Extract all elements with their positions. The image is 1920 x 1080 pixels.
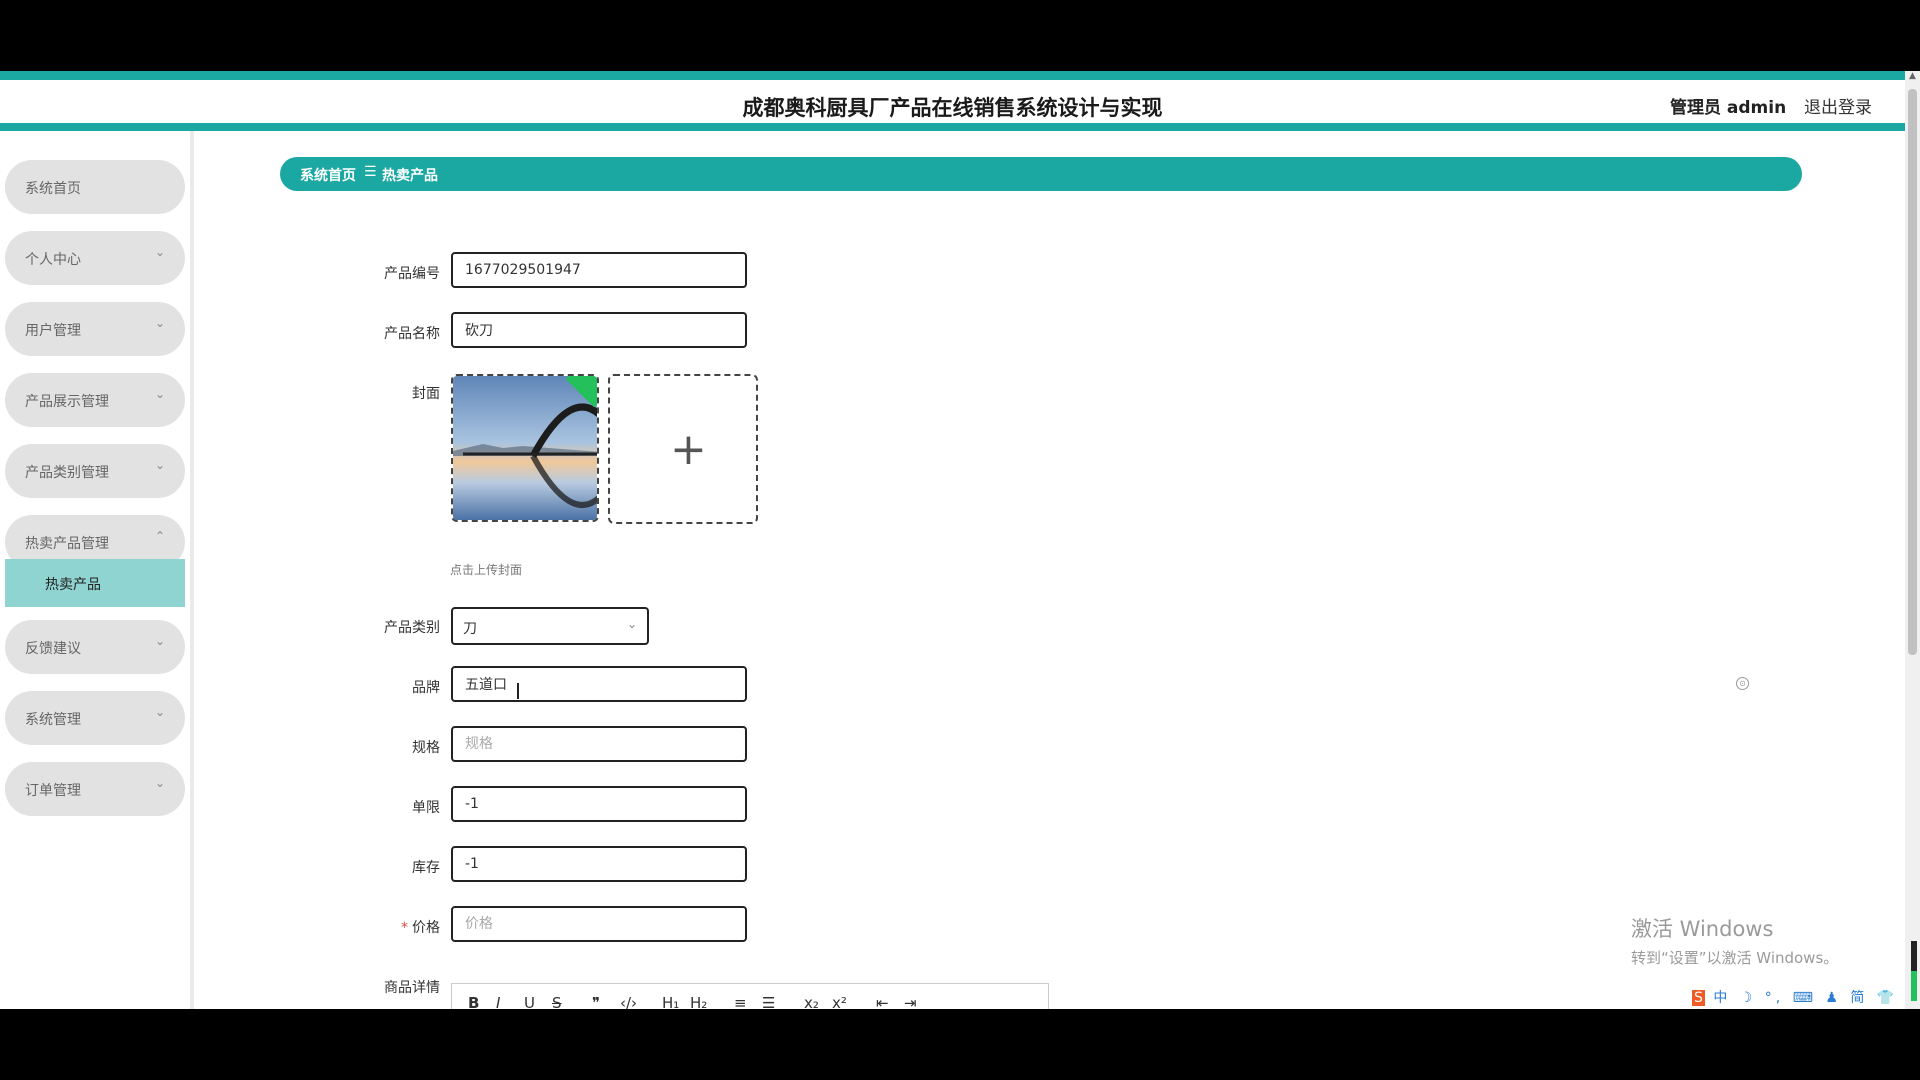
sidebar-item-personal-center[interactable]: 个人中心 ⌄: [5, 231, 185, 285]
spec-label: 规格: [412, 740, 440, 756]
text-cursor-icon: [517, 683, 519, 699]
sidebar-item-system[interactable]: 系统管理 ⌄: [5, 691, 185, 745]
bold-button[interactable]: B: [468, 994, 479, 1009]
sidebar: 系统首页 个人中心 ⌄ 用户管理 ⌄ 产品展示管理 ⌄ 产品类别管理 ⌄ 热卖产…: [0, 131, 194, 1009]
category-select[interactable]: 刀 ⌄: [451, 607, 649, 645]
product-code-input[interactable]: [451, 252, 747, 288]
app-title: 成都奥科厨具厂产品在线销售系统设计与实现: [742, 96, 1163, 120]
price-label: * 价格: [300, 917, 440, 937]
sidebar-item-label: 产品类别管理: [25, 465, 109, 481]
ordered-list-button[interactable]: ≡: [734, 994, 747, 1009]
plus-icon: +: [670, 424, 707, 475]
product-name-label: 产品名称: [384, 326, 440, 342]
chevron-down-icon: ⌄: [155, 387, 166, 401]
header-divider: [0, 123, 1905, 131]
brand-input[interactable]: [451, 666, 747, 702]
windows-activation-watermark: 激活 Windows 转到“设置”以激活 Windows。: [1631, 913, 1838, 968]
chevron-down-icon: ⌄: [155, 316, 166, 330]
sidebar-item-label: 系统管理: [25, 712, 81, 728]
price-label-text: 价格: [412, 920, 440, 936]
watermark-line-1: 激活 Windows: [1631, 917, 1774, 941]
level-meter: [1911, 941, 1917, 1001]
chevron-down-icon: ⌄: [155, 458, 166, 472]
stock-label: 库存: [412, 860, 440, 876]
product-name-input[interactable]: [451, 312, 747, 348]
limit-label: 单限: [412, 800, 440, 816]
sidebar-item-product-display[interactable]: 产品展示管理 ⌄: [5, 373, 185, 427]
strike-button[interactable]: S: [552, 994, 562, 1009]
outdent-button[interactable]: ⇤: [876, 994, 889, 1009]
sidebar-item-label: 订单管理: [25, 783, 81, 799]
quote-button[interactable]: ❞: [592, 994, 600, 1009]
cover-label: 封面: [412, 386, 440, 402]
italic-button[interactable]: I: [496, 994, 500, 1009]
sidebar-item-product-category[interactable]: 产品类别管理 ⌄: [5, 444, 185, 498]
chevron-down-icon: ⌄: [626, 617, 637, 631]
subscript-button[interactable]: x₂: [804, 994, 819, 1009]
sidebar-item-label: 热卖产品管理: [25, 536, 109, 552]
category-label: 产品类别: [384, 620, 440, 636]
sidebar-subitem-label: 热卖产品: [45, 577, 101, 593]
product-code-label: 产品编号: [384, 266, 440, 282]
watermark-line-2: 转到“设置”以激活 Windows。: [1631, 949, 1839, 967]
sidebar-item-label: 产品展示管理: [25, 394, 109, 410]
cover-upload-button[interactable]: +: [608, 374, 758, 524]
chevron-up-icon: ⌃: [155, 529, 166, 543]
bullet-list-button[interactable]: ☰: [762, 994, 775, 1009]
sidebar-item-orders[interactable]: 订单管理 ⌄: [5, 762, 185, 816]
required-mark: *: [401, 920, 408, 936]
cover-photo-bridge: [453, 376, 597, 520]
spec-input[interactable]: [451, 726, 747, 762]
rich-text-editor[interactable]: B I U S ❞ ‹/› H₁ H₂ ≡ ☰ x₂ x² ⇤ ⇥: [451, 983, 1049, 1009]
detail-label: 商品详情: [384, 980, 440, 996]
underline-button[interactable]: U: [524, 994, 535, 1009]
chevron-down-icon: ⌄: [155, 245, 166, 259]
cover-image[interactable]: [451, 374, 599, 522]
sidebar-item-label: 个人中心: [25, 252, 81, 268]
logout-link[interactable]: 退出登录: [1804, 93, 1872, 118]
sidebar-subitem-hot-products[interactable]: 热卖产品: [5, 559, 185, 607]
limit-input[interactable]: [451, 786, 747, 822]
h2-button[interactable]: H₂: [690, 994, 707, 1009]
scroll-up-arrow-icon[interactable]: ▲: [1909, 71, 1916, 81]
cover-upload-hint: 点击上传封面: [450, 563, 523, 577]
sidebar-item-feedback[interactable]: 反馈建议 ⌄: [5, 620, 185, 674]
superscript-button[interactable]: x²: [832, 994, 847, 1009]
chevron-down-icon: ⌄: [155, 776, 166, 790]
scrollbar-thumb[interactable]: [1908, 89, 1917, 655]
chevron-down-icon: ⌄: [155, 634, 166, 648]
h1-button[interactable]: H₁: [662, 994, 679, 1009]
ime-toolbar[interactable]: S 中 ☽ °, ⌨ ♟ 简 👕 ⚙: [1692, 987, 1920, 1009]
sidebar-item-label: 系统首页: [25, 181, 81, 197]
breadcrumb-home-link[interactable]: 系统首页: [300, 165, 356, 185]
floating-widget-icon[interactable]: ⊙: [1736, 677, 1749, 690]
sidebar-item-label: 反馈建议: [25, 641, 81, 657]
brand-label: 品牌: [412, 680, 440, 696]
stock-input[interactable]: [451, 846, 747, 882]
chevron-down-icon: ⌄: [155, 705, 166, 719]
breadcrumb: 系统首页 ☰ 热卖产品: [280, 157, 1802, 191]
admin-label: 管理员 admin: [1670, 98, 1787, 118]
indent-button[interactable]: ⇥: [904, 994, 917, 1009]
ime-logo-icon: S: [1692, 990, 1705, 1006]
sidebar-item-label: 用户管理: [25, 323, 81, 339]
price-input[interactable]: [451, 906, 747, 942]
code-button[interactable]: ‹/›: [620, 994, 637, 1009]
sidebar-item-home[interactable]: 系统首页: [5, 160, 185, 214]
ime-toolbar-items: 中 ☽ °, ⌨ ♟ 简 👕 ⚙: [1692, 990, 1899, 1009]
menu-icon: ☰: [364, 164, 377, 180]
top-accent-bar: [0, 71, 1905, 80]
breadcrumb-current: 热卖产品: [382, 168, 438, 184]
category-select-value: 刀: [463, 621, 477, 637]
app-screen: 成都奥科厨具厂产品在线销售系统设计与实现 管理员 admin 退出登录 系统首页…: [0, 71, 1920, 1009]
sidebar-item-users[interactable]: 用户管理 ⌄: [5, 302, 185, 356]
